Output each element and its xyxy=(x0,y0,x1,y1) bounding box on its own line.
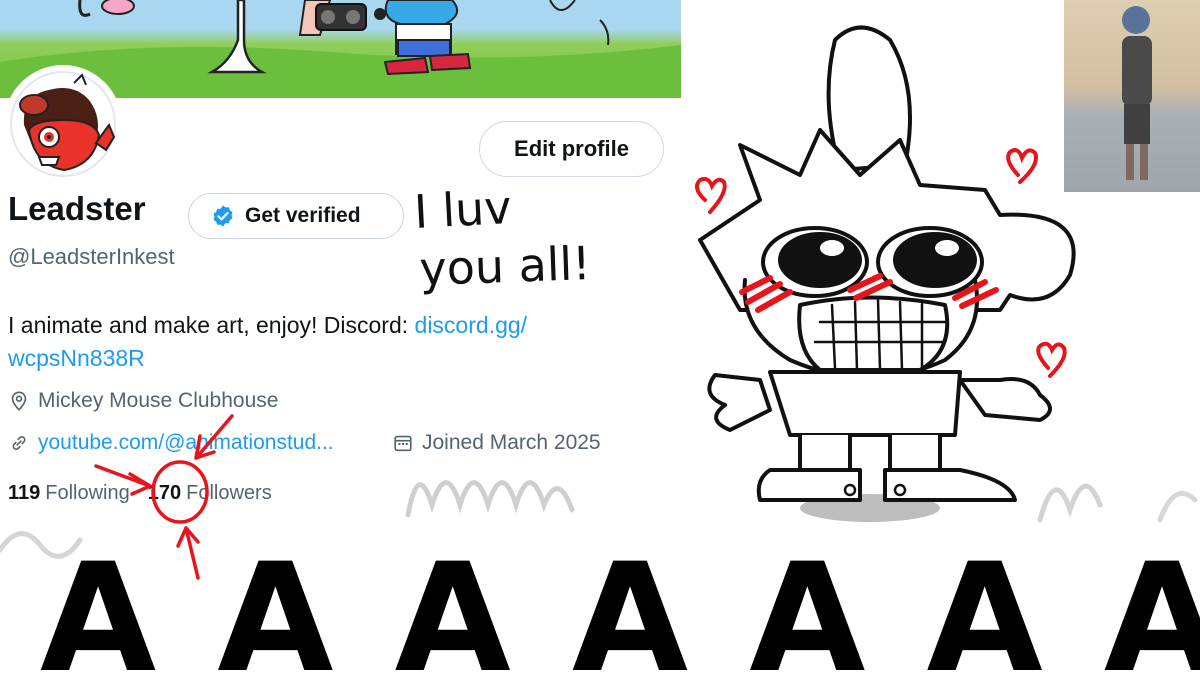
reference-photo xyxy=(1064,0,1200,192)
blush-marks xyxy=(739,273,999,313)
location-row: Mickey Mouse Clubhouse xyxy=(8,389,278,413)
following-stat[interactable]: 119 Following xyxy=(8,482,130,505)
profile-avatar[interactable] xyxy=(4,65,122,183)
website-link[interactable]: youtube.com/@animationstud... xyxy=(38,431,334,455)
verified-badge-icon xyxy=(213,205,233,227)
red-arrow-bottom xyxy=(176,526,200,580)
discord-link-continued[interactable]: wcpsNn838R xyxy=(8,345,145,371)
edit-profile-label: Edit profile xyxy=(514,136,629,161)
following-label: Following xyxy=(45,482,130,504)
avatar-illustration xyxy=(10,71,116,177)
get-verified-button[interactable]: Get verified xyxy=(188,193,404,239)
joined-date: Joined March 2025 xyxy=(422,431,601,454)
discord-link[interactable]: discord.gg/ xyxy=(415,312,528,338)
followers-label: Followers xyxy=(186,482,272,504)
blushing-character-drawing xyxy=(698,25,1076,522)
heart-doodles xyxy=(694,148,1067,378)
edit-profile-button[interactable]: Edit profile xyxy=(479,121,664,177)
calendar-icon xyxy=(394,435,412,452)
scream-text: A A A A A A A xyxy=(40,532,1200,675)
scream-letters: A A A A A A A xyxy=(40,532,1200,675)
location-text: Mickey Mouse Clubhouse xyxy=(38,389,279,412)
following-count: 119 xyxy=(8,482,41,504)
bio-text: I animate and make art, enjoy! Discord: xyxy=(8,312,415,338)
handwritten-love-line1: I luv xyxy=(413,180,513,239)
website-row: youtube.com/@animationstud... xyxy=(8,431,334,455)
followers-stat[interactable]: 170 Followers xyxy=(148,482,272,505)
handwritten-love-line2: you all! xyxy=(418,236,591,296)
photo-person xyxy=(1122,6,1152,180)
followers-count: 170 xyxy=(147,482,182,504)
profile-bio: I animate and make art, enjoy! Discord: … xyxy=(8,309,628,375)
get-verified-label: Get verified xyxy=(245,204,361,227)
joined-row: Joined March 2025 xyxy=(392,431,601,455)
location-pin-icon xyxy=(11,391,27,411)
display-name: Leadster xyxy=(8,190,146,227)
link-icon xyxy=(12,436,26,450)
username-handle: @LeadsterInkest xyxy=(8,244,175,269)
follow-stats: 119 Following 170 Followers xyxy=(8,482,272,505)
